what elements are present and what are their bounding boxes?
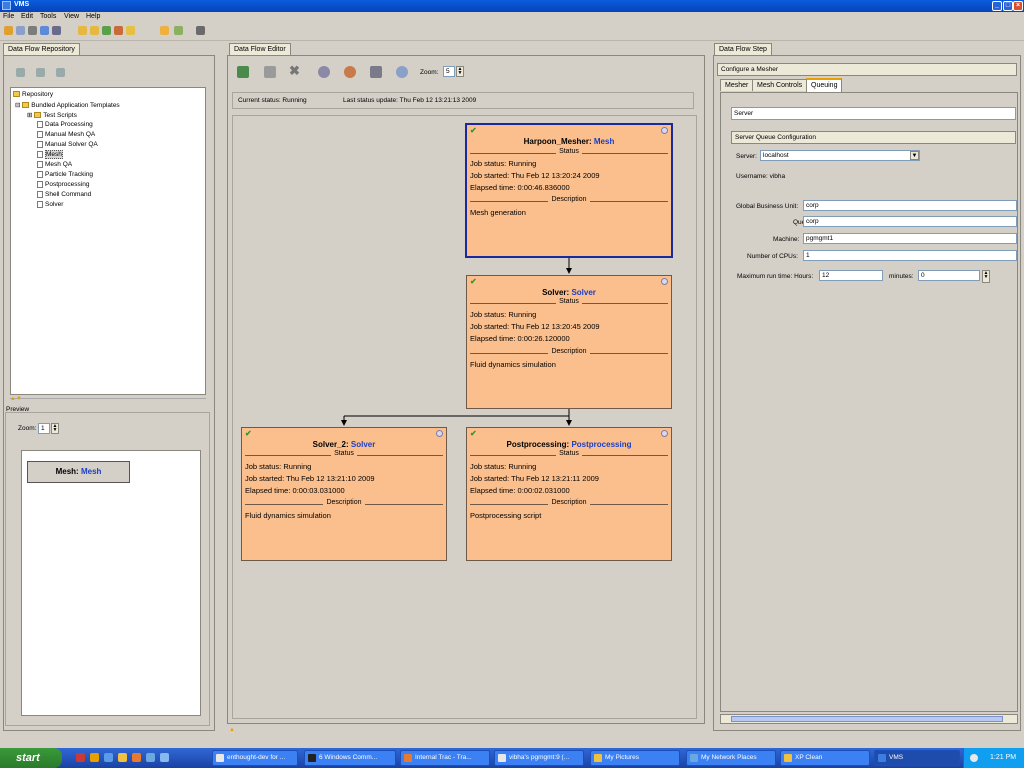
gear-icon[interactable] [661, 430, 668, 437]
tray-icon[interactable] [970, 754, 978, 762]
node-description: Mesh generation [470, 208, 526, 217]
check-icon: ✔ [245, 429, 252, 438]
subtab-bar: Mesher Mesh Controls Queuing [718, 78, 1018, 92]
task-internal-trac[interactable]: Internal Trac - Tra... [400, 750, 490, 766]
arrowhead [341, 420, 347, 426]
start-button[interactable]: start [0, 748, 62, 768]
quicklaunch-icon[interactable] [90, 753, 99, 762]
task-my-pictures[interactable]: My Pictures [590, 750, 680, 766]
check-icon: ✔ [470, 277, 477, 286]
status-separator: Status [470, 450, 668, 459]
node-title: Postprocessing: Postprocessing [506, 440, 632, 449]
folder-icon [784, 754, 792, 762]
subtab-mesher[interactable]: Mesher [720, 79, 754, 91]
quicklaunch-icon[interactable] [146, 753, 155, 762]
check-icon: ✔ [470, 429, 477, 438]
flow-node-solver-2[interactable]: ✔ Solver_2: Solver Status Job status: Ru… [241, 427, 447, 561]
taskbar: start enthought-dev for ... 6 Windows Co… [0, 748, 1024, 768]
node-title: Solver_2: Solver [312, 440, 376, 449]
network-icon [690, 754, 698, 762]
server-select[interactable]: localhost [760, 150, 920, 161]
node-description: Fluid dynamics simulation [470, 360, 556, 369]
task-vnc[interactable]: vibha's pgmgmt:9 (... [494, 750, 584, 766]
quicklaunch-icon[interactable] [118, 753, 127, 762]
machine-select[interactable]: pgmgmt1 [803, 233, 1017, 244]
task-my-network-places[interactable]: My Network Places [686, 750, 776, 766]
flow-node-solver[interactable]: ✔ Solver: Solver Status Job status: Runn… [466, 275, 672, 409]
node-description: Postprocessing script [470, 511, 542, 520]
chevron-down-icon[interactable]: ▼ [910, 151, 919, 160]
job-started: Job started: Thu Feb 12 13:21:10 2009 [245, 474, 375, 483]
status-separator: Status [470, 298, 668, 307]
elapsed-time: Elapsed time: 0:00:03.031000 [245, 486, 345, 495]
description-separator: Description [470, 196, 668, 205]
machine-label: Machine: [773, 236, 800, 243]
app-icon [878, 754, 886, 762]
task-xp-clean[interactable]: XP Clean [780, 750, 870, 766]
quicklaunch-icon[interactable] [132, 753, 141, 762]
subtab-queuing[interactable]: Queuing [806, 78, 843, 92]
max-run-time-label: Maximum run time: Hours: [737, 273, 814, 280]
job-status: Job status: Running [470, 159, 537, 168]
scrollbar-thumb[interactable] [731, 716, 1003, 722]
node-description: Fluid dynamics simulation [245, 511, 331, 520]
task-enthought-dev[interactable]: enthought-dev for ... [212, 750, 298, 766]
horizontal-scrollbar[interactable] [720, 714, 1018, 724]
task-windows-command[interactable]: 6 Windows Comm... [304, 750, 396, 766]
minutes-label: minutes: [889, 273, 914, 280]
gear-icon[interactable] [436, 430, 443, 437]
description-separator: Description [245, 499, 443, 508]
system-tray: 1:21 PM [963, 748, 1024, 768]
arrowhead [566, 268, 572, 274]
gear-icon[interactable] [661, 127, 668, 134]
gbu-label: Global Business Unit: [736, 203, 799, 210]
task-vms[interactable]: VMS [874, 750, 960, 766]
cpus-field[interactable]: 1 [803, 250, 1017, 261]
minutes-spinner[interactable]: ▲ ▼ [982, 270, 990, 283]
server-label: Server: [736, 153, 757, 160]
description-separator: Description [470, 348, 668, 357]
cpus-label: Number of CPUs: [747, 253, 798, 260]
editor-collapse-icon[interactable]: ▲ [229, 727, 235, 733]
job-started: Job started: Thu Feb 12 13:20:45 2009 [470, 322, 600, 331]
queuing-panel [720, 92, 1018, 712]
elapsed-time: Elapsed time: 0:00:26.120000 [470, 334, 570, 343]
status-separator: Status [470, 148, 668, 157]
job-status: Job status: Running [245, 462, 312, 471]
job-started: Job started: Thu Feb 12 13:20:24 2009 [470, 171, 600, 180]
quicklaunch-icon[interactable] [76, 753, 85, 762]
configure-mesher-header: Configure a Mesher [717, 63, 1017, 76]
vnc-icon [498, 754, 506, 762]
folder-icon [594, 754, 602, 762]
gear-icon[interactable] [661, 278, 668, 285]
status-separator: Status [245, 450, 443, 459]
flow-node-postprocessing[interactable]: ✔ Postprocessing: Postprocessing Status … [466, 427, 672, 561]
subtab-mesh-controls[interactable]: Mesh Controls [752, 79, 808, 91]
node-title: Harpoon_Mesher: Mesh [523, 137, 615, 146]
console-icon [308, 754, 316, 762]
flow-node-harpoon-mesher[interactable]: ✔ Harpoon_Mesher: Mesh Status Job status… [465, 123, 673, 258]
clock[interactable]: 1:21 PM [990, 748, 1016, 768]
server-queue-config-header: Server Queue Configuration [731, 131, 1016, 144]
job-status: Job status: Running [470, 310, 537, 319]
username-text: Username: vibha [736, 173, 786, 180]
quicklaunch-icon[interactable] [104, 753, 113, 762]
minutes-field[interactable]: 0 [918, 270, 980, 281]
arrowhead [566, 420, 572, 426]
queue-field[interactable]: corp [803, 216, 1017, 227]
elapsed-time: Elapsed time: 0:00:46.836000 [470, 183, 570, 192]
node-title: Solver: Solver [542, 288, 596, 297]
gbu-select[interactable]: corp [803, 200, 1017, 211]
hours-field[interactable]: 12 [819, 270, 883, 281]
quicklaunch-icon[interactable] [160, 753, 169, 762]
window-icon [216, 754, 224, 762]
job-started: Job started: Thu Feb 12 13:21:11 2009 [470, 474, 599, 483]
tab-data-flow-step[interactable]: Data Flow Step [714, 43, 772, 55]
browser-icon [404, 754, 412, 762]
server-type-field[interactable]: Server [731, 107, 1016, 120]
elapsed-time: Elapsed time: 0:00:02.031000 [470, 486, 570, 495]
job-status: Job status: Running [470, 462, 537, 471]
check-icon: ✔ [470, 126, 477, 135]
description-separator: Description [470, 499, 668, 508]
